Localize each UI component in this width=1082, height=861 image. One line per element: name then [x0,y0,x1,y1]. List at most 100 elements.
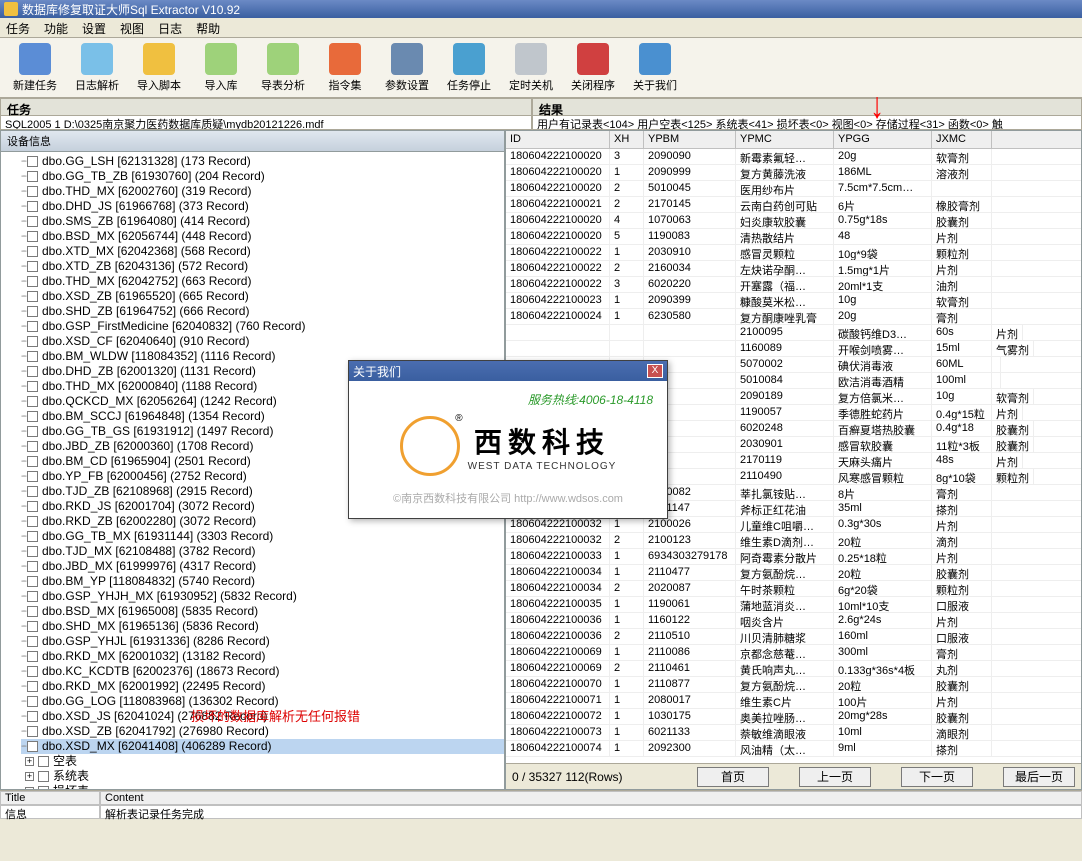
table-row[interactable]: 18060422210002236020220开塞露（福…20ml*1支油剂 [506,277,1081,293]
tree-item[interactable]: dbo.GSP_FirstMedicine [62040832] (760 Re… [21,319,504,334]
tool-关于我们[interactable]: 关于我们 [626,42,684,93]
logo-icon [400,416,460,476]
folder-损坏表[interactable]: 损坏表 [21,784,504,790]
toolbar: 新建任务日志解析导入脚本导入库导表分析指令集参数设置任务停止定时关机关闭程序关于… [0,38,1082,98]
table-row[interactable]: 18060422210003412110477复方氨酚烷…20粒胶囊剂 [506,565,1081,581]
dialog-title: 关于我们 [353,363,401,380]
table-row[interactable]: 18060422210002416230580复方酮康唑乳膏20g膏剂 [506,309,1081,325]
table-row[interactable]: 18060422210002051190083清热散结片48片剂 [506,229,1081,245]
tool-任务停止[interactable]: 任务停止 [440,42,498,93]
tool-新建任务[interactable]: 新建任务 [6,42,64,93]
table-row[interactable]: 18060422210002032090090新霉素氟轻…20g软膏剂 [506,149,1081,165]
tool-导入库[interactable]: 导入库 [192,42,250,93]
tree-item[interactable]: dbo.XSD_MX [62041408] (406289 Record) [21,739,504,754]
table-row[interactable]: 18060422210002222160034左炔诺孕酮…1.5mg*1片片剂 [506,261,1081,277]
tree-item[interactable]: dbo.GSP_YHJH_MX [61930952] (5832 Record) [21,589,504,604]
app-icon [4,2,18,16]
tool-导表分析[interactable]: 导表分析 [254,42,312,93]
table-row[interactable]: 18060422210003222100123维生素D滴剂…20粒滴剂 [506,533,1081,549]
table-row[interactable]: 18060422210003622110510川贝清肺糖浆160ml口服液 [506,629,1081,645]
folder-空表[interactable]: +空表 [21,754,504,769]
tree-item[interactable]: dbo.SMS_ZB [61964080] (414 Record) [21,214,504,229]
tree-title: 设备信息 [1,131,504,152]
menu-功能[interactable]: 功能 [44,20,68,35]
table-row[interactable]: 18060422210002012090999复方黄藤洗液186ML溶液剂 [506,165,1081,181]
log-content: 解析表记录任务完成 [100,805,1082,819]
tree-item[interactable]: dbo.GG_TB_ZB [61930760] (204 Record) [21,169,504,184]
table-row[interactable]: 18060422210002312090399糠酸莫米松…10g软膏剂 [506,293,1081,309]
tool-关闭程序[interactable]: 关闭程序 [564,42,622,93]
table-row[interactable]: 18060422210006922110461黄氏响声丸…0.133g*36s*… [506,661,1081,677]
tree-item[interactable]: dbo.GG_TB_MX [61931144] (3303 Record) [21,529,504,544]
tree-item[interactable]: dbo.GG_LSH [62131328] (173 Record) [21,154,504,169]
col-YPMC[interactable]: YPMC [736,131,834,148]
table-row[interactable]: 18060422210002025010045医用纱布片7.5cm*7.5cm… [506,181,1081,197]
tree-item[interactable]: dbo.SHD_MX [61965136] (5836 Record) [21,619,504,634]
log-title: 信息 [0,805,100,819]
last-page-button[interactable]: 最后一页 [1003,767,1075,787]
tool-定时关机[interactable]: 定时关机 [502,42,560,93]
log-col-content: Content [100,791,1082,805]
col-ID[interactable]: ID [506,131,610,148]
tree-item[interactable]: dbo.RKD_MX [62001992] (22495 Record) [21,679,504,694]
tree-item[interactable]: dbo.XSD_ZB [62041792] (276980 Record) [21,724,504,739]
prev-page-button[interactable]: 上一页 [799,767,871,787]
tree-item[interactable]: dbo.BSD_MX [62056744] (448 Record) [21,229,504,244]
table-row[interactable]: 18060422210003212100026儿童维C咀嚼…0.3g*30s片剂 [506,517,1081,533]
table-row[interactable]: 18060422210002041070063妇炎康软胶囊0.75g*18s胶囊… [506,213,1081,229]
tree-item[interactable]: dbo.KC_KCDTB [62002376] (18673 Record) [21,664,504,679]
pager: 0 / 35327 112(Rows) 首页 上一页 下一页 最后一页 [506,763,1081,789]
tree-item[interactable]: dbo.THD_MX [62042752] (663 Record) [21,274,504,289]
tree-item[interactable]: dbo.TJD_MX [62108488] (3782 Record) [21,544,504,559]
menu-设置[interactable]: 设置 [82,20,106,35]
tool-日志解析[interactable]: 日志解析 [68,42,126,93]
table-row[interactable]: 18060422210006912110086京都念慈菴…300ml膏剂 [506,645,1081,661]
col-YPBM[interactable]: YPBM [644,131,736,148]
tree-item[interactable]: dbo.XSD_CF [62040640] (910 Record) [21,334,504,349]
table-row[interactable]: 2100095碳酸钙维D3…60s片剂 [506,325,1081,341]
tree-item[interactable]: dbo.GSP_YHJL [61931336] (8286 Record) [21,634,504,649]
tool-指令集[interactable]: 指令集 [316,42,374,93]
table-row[interactable]: 18060422210003422020087午时茶颗粒6g*20袋颗粒剂 [506,581,1081,597]
titlebar: 数据库修复取证大师Sql Extractor V10.92 [0,0,1082,18]
tool-参数设置[interactable]: 参数设置 [378,42,436,93]
table-row[interactable]: 18060422210002212030910感冒灵颗粒10g*9袋颗粒剂 [506,245,1081,261]
table-row[interactable]: 18060422210003316934303279178阿奇霉素分散片0.25… [506,549,1081,565]
table-row[interactable]: 18060422210007412092300风油精（太…9ml搽剂 [506,741,1081,757]
company-sub: WEST DATA TECHNOLOGY [468,461,617,472]
table-row[interactable]: 18060422210003511190061蒲地蓝消炎…10ml*10支口服液 [506,597,1081,613]
tree-item[interactable]: dbo.BM_YP [118084832] (5740 Record) [21,574,504,589]
task-path: SQL2005 1 D:\0325南京聚力医药数据库质疑\mydb2012122… [0,116,532,130]
tree-item[interactable]: dbo.BSD_MX [61965008] (5835 Record) [21,604,504,619]
menubar: 任务功能设置视图日志帮助 [0,18,1082,38]
folder-系统表[interactable]: +系统表 [21,769,504,784]
tool-导入脚本[interactable]: 导入脚本 [130,42,188,93]
table-row[interactable]: 18060422210007211030175奥美拉唑肠…20mg*28s胶囊剂 [506,709,1081,725]
company-name: 西数科技 [468,421,617,461]
hotline: 服务热线:4006-18-4118 [357,389,659,410]
tree-item[interactable]: dbo.XSD_ZB [61965520] (665 Record) [21,289,504,304]
col-JXMC[interactable]: JXMC [932,131,992,148]
tree-item[interactable]: dbo.DHD_JS [61966768] (373 Record) [21,199,504,214]
tree-item[interactable]: dbo.JBD_MX [61999976] (4317 Record) [21,559,504,574]
tree-item[interactable]: dbo.THD_MX [62002760] (319 Record) [21,184,504,199]
col-XH[interactable]: XH [610,131,644,148]
next-page-button[interactable]: 下一页 [901,767,973,787]
table-row[interactable]: 18060422210007012110877复方氨酚烷…20粒胶囊剂 [506,677,1081,693]
table-row[interactable]: 1160089开喉剑喷雾…15ml气雾剂 [506,341,1081,357]
tree-item[interactable]: dbo.RKD_MX [62001032] (13182 Record) [21,649,504,664]
tree-item[interactable]: dbo.SHD_ZB [61964752] (666 Record) [21,304,504,319]
tree-item[interactable]: dbo.XTD_ZB [62043136] (572 Record) [21,259,504,274]
menu-日志[interactable]: 日志 [158,20,182,35]
table-row[interactable]: 18060422210003611160122咽炎含片2.6g*24s片剂 [506,613,1081,629]
table-row[interactable]: 18060422210007316021133萘敏维滴眼液10ml滴眼剂 [506,725,1081,741]
col-YPGG[interactable]: YPGG [834,131,932,148]
table-row[interactable]: 18060422210002122170145云南白药创可贴6片橡胶膏剂 [506,197,1081,213]
menu-视图[interactable]: 视图 [120,20,144,35]
menu-帮助[interactable]: 帮助 [196,20,220,35]
table-row[interactable]: 18060422210007112080017维生素C片100片片剂 [506,693,1081,709]
first-page-button[interactable]: 首页 [697,767,769,787]
close-icon[interactable]: X [647,364,663,378]
tree-item[interactable]: dbo.XTD_MX [62042368] (568 Record) [21,244,504,259]
menu-任务[interactable]: 任务 [6,20,30,35]
